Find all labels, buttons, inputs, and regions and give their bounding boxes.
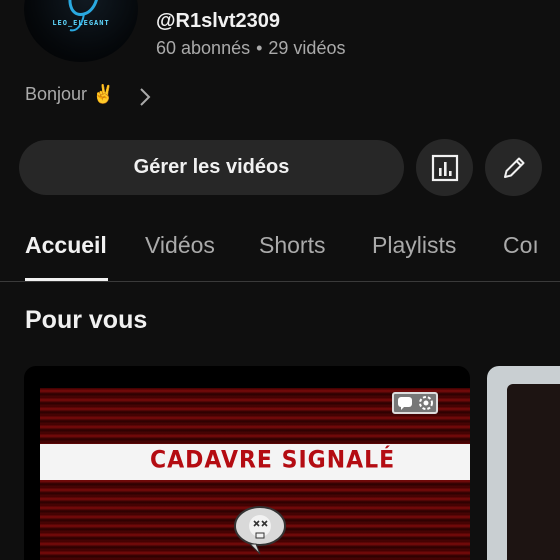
avatar-logo-icon — [68, 0, 98, 32]
video-count: 29 vidéos — [268, 38, 346, 58]
analytics-button[interactable] — [416, 139, 473, 196]
chevron-right-icon — [140, 88, 151, 106]
active-tab-indicator — [25, 278, 108, 281]
tab-community[interactable]: Coı — [503, 232, 539, 259]
analytics-icon — [431, 154, 458, 181]
stats-separator: • — [256, 38, 263, 58]
video-thumbnail — [507, 384, 560, 560]
thumbnail-caption: CADAVRE SIGNALÉ — [150, 446, 396, 475]
chat-icon — [397, 397, 412, 410]
thumbnail-overlay-icons — [392, 392, 438, 414]
channel-stats: 60 abonnés • 29 vidéos — [156, 38, 345, 59]
channel-avatar[interactable]: LEO_ELEGANT — [24, 0, 138, 62]
edit-channel-button[interactable] — [485, 139, 542, 196]
tab-shorts[interactable]: Shorts — [259, 232, 325, 259]
video-card[interactable] — [487, 366, 560, 560]
subscriber-count: 60 abonnés — [156, 38, 251, 58]
channel-tabs: Accueil Vidéos Shorts Playlists Coı — [0, 220, 560, 282]
gear-icon — [418, 396, 433, 410]
pencil-icon — [503, 157, 524, 178]
avatar-label: LEO_ELEGANT — [52, 19, 110, 27]
channel-name-cropped — [156, 0, 276, 6]
tab-videos[interactable]: Vidéos — [145, 232, 215, 259]
channel-bio[interactable]: Bonjour ✌️ — [25, 84, 151, 106]
manage-videos-button[interactable]: Gérer les vidéos — [19, 140, 404, 195]
bio-text: Bonjour ✌️ — [25, 84, 115, 104]
section-title: Pour vous — [25, 306, 148, 334]
tab-playlists[interactable]: Playlists — [372, 232, 456, 259]
channel-handle: @R1slvt2309 — [156, 10, 281, 32]
skull-icon — [234, 506, 286, 555]
tab-accueil[interactable]: Accueil — [25, 232, 107, 259]
